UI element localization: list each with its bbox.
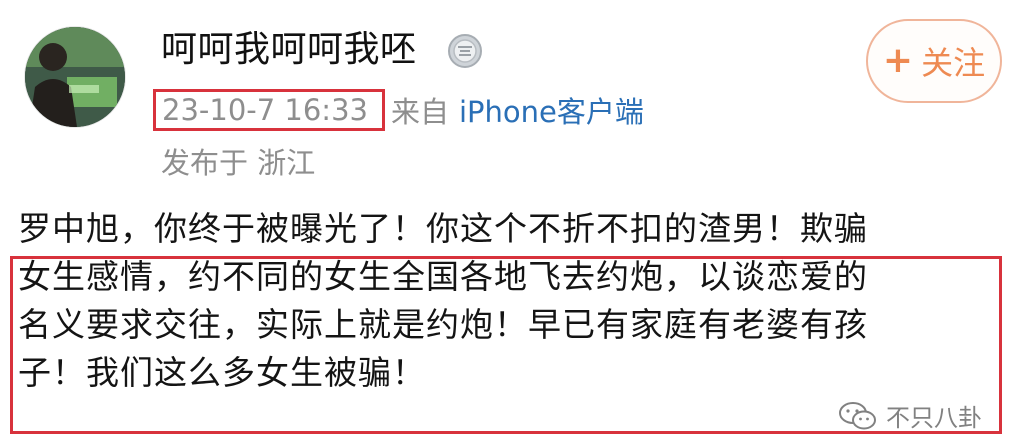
post-text: 罗中旭，你终于被曝光了！你这个不折不扣的渣男！欺骗 女生感情，约不同的女生全国各… (18, 205, 1008, 397)
timestamp-text: 23-10-7 16:33 (162, 93, 368, 127)
silver-medal-badge-icon[interactable] (447, 33, 483, 69)
follow-button[interactable]: + 关注 (866, 19, 1002, 103)
timestamp[interactable]: 23-10-7 16:33 (153, 89, 385, 131)
avatar-photo (25, 27, 125, 127)
post-meta: 23-10-7 16:33 来自 iPhone客户端 (153, 86, 644, 134)
location: 发布于 浙江 (161, 146, 316, 180)
follow-label: 关注 (921, 44, 986, 82)
plus-icon: + (882, 40, 914, 81)
post-line: 子！我们这么多女生被骗！ (18, 353, 426, 392)
post-line: 女生感情，约不同的女生全国各地飞去约炮，以谈恋爱的 (18, 257, 868, 296)
wechat-icon (839, 401, 876, 429)
post-line: 罗中旭，你终于被曝光了！你这个不折不扣的渣男！欺骗 (18, 209, 868, 248)
watermark: 不只八卦 (838, 398, 982, 433)
from-label: 来自 (390, 95, 449, 129)
source-link[interactable]: iPhone客户端 (459, 89, 644, 131)
post-line: 名义要求交往，实际上就是约炮！早已有家庭有老婆有孩 (18, 305, 868, 344)
watermark-text: 不只八卦 (886, 404, 982, 432)
avatar[interactable] (24, 26, 126, 128)
username[interactable]: 呵呵我呵呵我呸 (161, 28, 417, 72)
